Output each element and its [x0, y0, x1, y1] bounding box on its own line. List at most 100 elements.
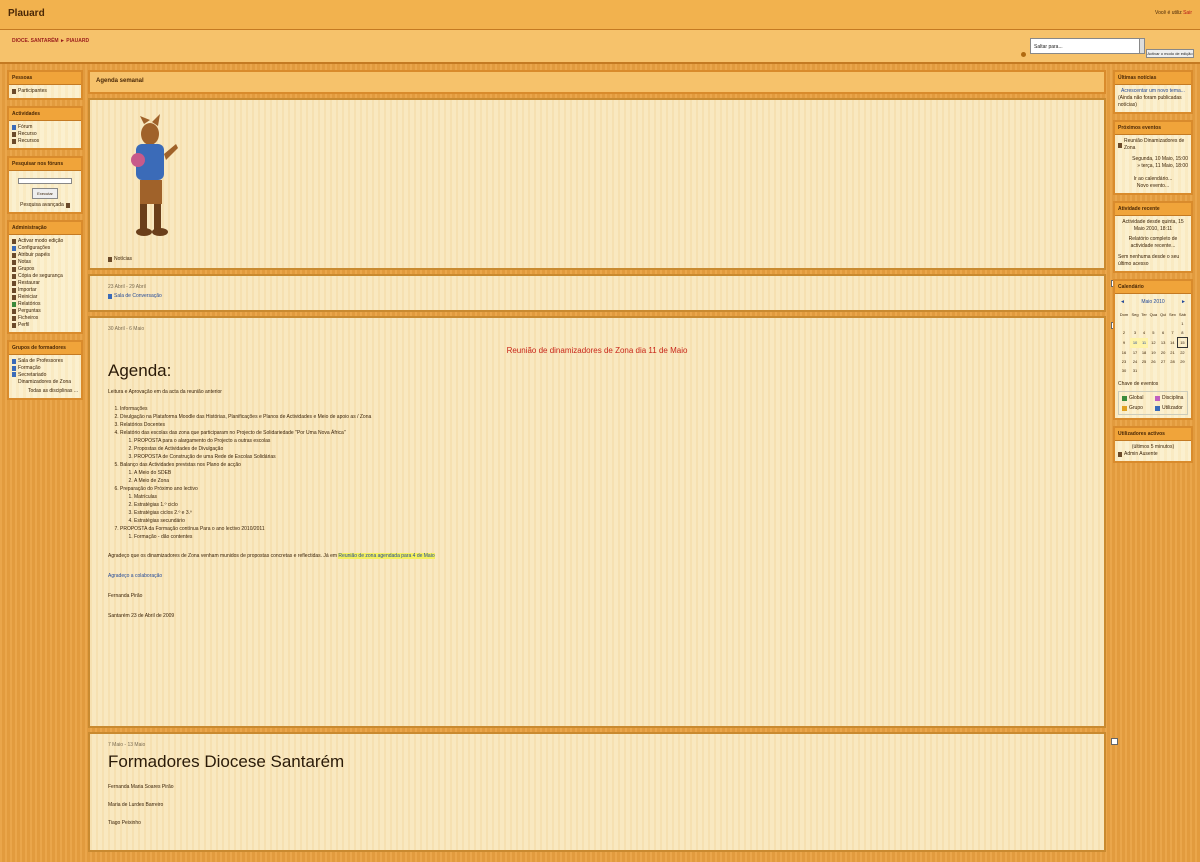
next-month-icon[interactable]: ►	[1181, 299, 1186, 305]
key-user[interactable]: Utilizador	[1155, 405, 1184, 411]
news-forum-link[interactable]: Notícias	[108, 256, 132, 262]
admin-item-profile[interactable]: Perfil	[12, 322, 78, 329]
activities-block: Actividades Fórum Recurso Recursos	[7, 106, 83, 150]
trainers-heading: Formadores Diocese Santarém	[108, 752, 345, 771]
admin-item-reports[interactable]: Relatórios	[12, 301, 78, 308]
group-link-training[interactable]: Formação	[12, 365, 78, 372]
weekday-label: Dom	[1119, 312, 1129, 317]
user-icon	[1118, 452, 1122, 457]
help-icon	[65, 203, 70, 208]
course-icon	[12, 366, 16, 371]
list-item: Relatórios Docentes	[120, 421, 1086, 429]
site-title[interactable]: Plauard	[8, 8, 45, 19]
edit-mode-button[interactable]: Activar o modo de edição	[1146, 49, 1194, 58]
grades-icon	[12, 260, 16, 265]
participants-link[interactable]: Participantes	[12, 88, 78, 95]
forum-link[interactable]: Sala de Conversação	[108, 293, 1086, 299]
activity-link-forums[interactable]: Fórum	[12, 124, 78, 131]
mascot-image	[131, 114, 178, 236]
breadcrumb[interactable]: DIOCE. SANTARÉM ► PIAUARD	[12, 38, 89, 44]
add-topic-link[interactable]: Acrescentar um novo tema...	[1118, 88, 1188, 95]
calendar-day: 8	[1181, 330, 1184, 335]
login-info: Você é utiliz Sair	[1155, 10, 1192, 16]
thanks-link[interactable]: Agradeço a colaboração	[108, 573, 1086, 579]
activity-since: Actividade desde quinta, 15 Maio 2010, 1…	[1122, 219, 1184, 232]
calendar-day: 18	[1141, 349, 1147, 355]
key-course[interactable]: Disciplina	[1155, 395, 1184, 401]
admin-item-files[interactable]: Ficheiros	[12, 315, 78, 322]
calendar-day: 27	[1160, 359, 1166, 364]
calendar-day: 21	[1170, 349, 1175, 355]
calendar-day-event[interactable]: 10	[1129, 337, 1141, 348]
event-link[interactable]: Reunião Dinamizadores de Zona	[1118, 138, 1188, 152]
calendar-day-event[interactable]: 11	[1140, 337, 1148, 348]
help-icon[interactable]	[1021, 52, 1026, 57]
previous-month-icon[interactable]: ◄	[1120, 299, 1125, 305]
color-swatch	[1122, 405, 1127, 411]
meeting-link[interactable]: Reunião de zona agendada para 4 de Maio	[338, 553, 435, 559]
online-users-block: Utilizadores activos (últimos 5 minutos)…	[1113, 426, 1193, 463]
group-link-teachers[interactable]: Sala de Professores	[12, 358, 78, 365]
list-item: Estratégias 1.º ciclo	[134, 501, 1086, 509]
calendar-month[interactable]: Maio 2010	[1141, 299, 1164, 305]
admin-item-edit[interactable]: Activar modo edição	[12, 238, 78, 245]
closing-paragraph: Agradeço que os dinamizadores de Zona ve…	[108, 553, 435, 559]
latest-news-block: Últimas notícias Acrescentar um novo tem…	[1113, 70, 1193, 114]
key-global[interactable]: Global	[1122, 395, 1151, 401]
calendar-day: 4	[1142, 330, 1146, 336]
admin-item-reset[interactable]: Reiniciar	[12, 294, 78, 301]
weekday-label: Ter	[1141, 312, 1147, 317]
admin-item-grades[interactable]: Notas	[12, 259, 78, 266]
upcoming-events-block: Próximos eventos Reunião Dinamizadores d…	[1113, 120, 1193, 195]
admin-item-roles[interactable]: Atribuir papéis	[12, 252, 78, 259]
admin-item-import[interactable]: Importar	[12, 287, 78, 294]
list-item: Relatório das escolas das zona que parti…	[120, 429, 1086, 461]
list-item: Formação - dão contentes	[134, 533, 1086, 541]
admin-item-questions[interactable]: Perguntas	[12, 308, 78, 315]
edit-icon	[12, 239, 16, 244]
online-user[interactable]: Admin Ausente	[1118, 451, 1188, 458]
color-swatch	[1155, 405, 1160, 411]
key-group[interactable]: Grupo	[1122, 405, 1151, 411]
logout-link[interactable]: Sair	[1183, 10, 1192, 16]
chevron-down-icon[interactable]	[1139, 38, 1145, 54]
topic-section-1: 23 Abril - 29 Abril Sala de Conversação	[88, 274, 1118, 312]
all-courses-link[interactable]: Todas as disciplinas ...	[12, 388, 78, 395]
trainer-name: Fernanda Maria Soares Pirão	[108, 784, 174, 790]
signature: Fernanda Pirão	[108, 593, 143, 599]
settings-icon	[12, 246, 16, 251]
search-input[interactable]	[18, 178, 72, 184]
advanced-search-link[interactable]: Pesquisa avançada	[12, 202, 78, 209]
no-news-text: (Ainda não foram publicadas notícias)	[1118, 95, 1182, 108]
go-to-calendar-link[interactable]: Ir ao calendário...	[1118, 176, 1188, 183]
list-item: A Meio do SDEB	[134, 469, 1086, 477]
activity-link-resource[interactable]: Recurso	[12, 131, 78, 138]
no-activity-text: Sem nenhuma desde o seu último acesso	[1118, 254, 1180, 267]
admin-item-restore[interactable]: Restaurar	[12, 280, 78, 287]
restore-icon	[12, 281, 16, 286]
weekday-label: Qui	[1160, 312, 1167, 317]
event-date: Segunda, 10 Maio, 15:00	[1132, 156, 1188, 162]
activity-link-resources[interactable]: Recursos	[12, 138, 78, 145]
calendar-day: 24	[1132, 359, 1138, 364]
list-item: Preparação do Próximo ano lectivo Matríc…	[120, 485, 1086, 525]
group-link-secretariat[interactable]: Secretariado Dinamizadores de Zona	[12, 372, 78, 386]
jump-to-select[interactable]: Saltar para...	[1030, 38, 1145, 54]
admin-block-title: Administração	[9, 222, 81, 235]
highlight-toggle[interactable]	[1111, 738, 1118, 745]
backup-icon	[12, 274, 16, 279]
admin-item-backup[interactable]: Cópia de segurança	[12, 273, 78, 280]
calendar-day: 5	[1152, 330, 1155, 336]
list-item: Estratégias ciclos 2.º e 3.º	[134, 509, 1086, 517]
search-button[interactable]: Executar	[32, 188, 58, 199]
resources-icon	[12, 139, 16, 144]
people-icon	[12, 89, 16, 94]
calendar-block: Calendário ◄ Maio 2010 ► Dom Seg Ter Qua…	[1113, 279, 1193, 420]
calendar-day: 30	[1121, 368, 1127, 373]
calendar-day: 29	[1180, 359, 1185, 364]
online-block-title: Utilizadores activos	[1115, 428, 1191, 441]
admin-item-settings[interactable]: Configurações	[12, 245, 78, 252]
new-event-link[interactable]: Novo evento...	[1118, 183, 1188, 190]
full-report-link[interactable]: Relatório completo de actividade recente…	[1118, 236, 1188, 250]
admin-item-groups[interactable]: Grupos	[12, 266, 78, 273]
